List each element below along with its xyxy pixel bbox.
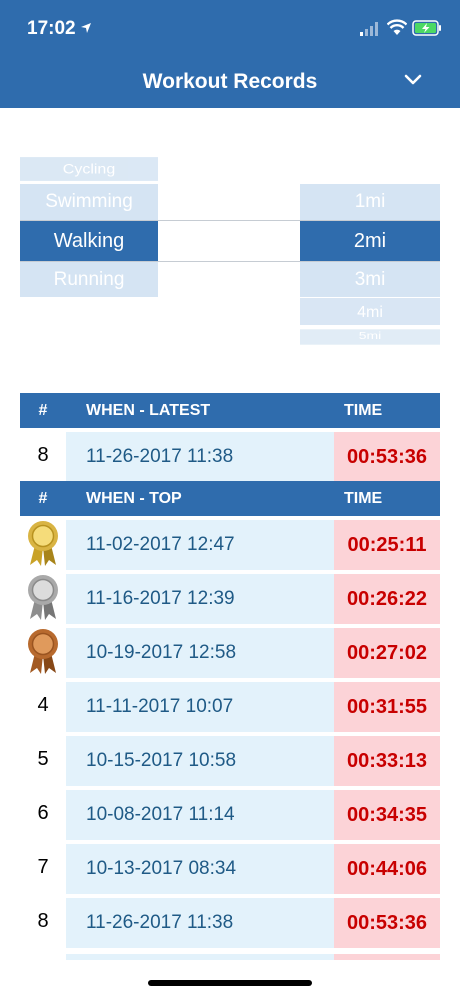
header-when-latest: WHEN - LATEST [86, 401, 211, 419]
row-rank: 6 [20, 786, 66, 840]
header-when-top: WHEN - TOP [86, 489, 182, 507]
row-when: 11-16-2017 12:39 [66, 570, 334, 624]
row-rank: 8 [20, 894, 66, 948]
row-when: 11-02-2017 12:47 [66, 516, 334, 570]
latest-table-header: # WHEN - LATEST TIME [20, 393, 440, 428]
status-time: 17:02 [27, 18, 76, 39]
top-table-header: # WHEN - TOP TIME [20, 481, 440, 516]
picker-item-2mi[interactable]: 2mi [300, 221, 440, 261]
row-time: 00:25:11 [334, 516, 440, 570]
chevron-down-icon[interactable] [403, 73, 423, 87]
wifi-icon [387, 19, 407, 35]
picker-item-1mi[interactable]: 1mi [300, 184, 440, 220]
header-rank: # [38, 489, 48, 507]
row-time: 00:27:02 [334, 624, 440, 678]
row-when: 11-11-2017 10:07 [66, 678, 334, 732]
table-row[interactable]: 11-02-2017 12:47 00:25:11 [20, 516, 440, 570]
header-rank: # [38, 401, 48, 419]
table-row[interactable]: 8 11-26-2017 11:38 00:53:36 [20, 894, 440, 948]
table-row[interactable]: 5 10-15-2017 10:58 00:33:13 [20, 732, 440, 786]
row-rank [20, 624, 66, 678]
row-rank [20, 570, 66, 624]
row-rank: 7 [20, 840, 66, 894]
header: 17:02 Workout Records [0, 0, 460, 108]
row-when: 10-13-2017 08:34 [66, 840, 334, 894]
table-row[interactable]: 6 10-08-2017 11:14 00:34:35 [20, 786, 440, 840]
picker-item-3mi[interactable]: 3mi [300, 262, 440, 297]
table-row-partial [20, 950, 440, 960]
header-time: TIME [344, 401, 383, 419]
picker-item-5mi[interactable]: 5mi [300, 329, 440, 345]
bronze-medal-icon [28, 629, 58, 674]
row-when: 10-19-2017 12:58 [66, 624, 334, 678]
picker-selection-line-top [20, 220, 440, 221]
row-time: 00:44:06 [334, 840, 440, 894]
row-time: 00:53:36 [334, 894, 440, 948]
location-arrow-icon [81, 23, 91, 33]
activity-picker[interactable]: Cycling Swimming Walking Running [20, 153, 158, 353]
table-row[interactable]: 4 11-11-2017 10:07 00:31:55 [20, 678, 440, 732]
row-when: 10-15-2017 10:58 [66, 732, 334, 786]
row-when: 11-26-2017 11:38 [66, 428, 334, 482]
row-rank: 5 [20, 732, 66, 786]
silver-medal-icon [28, 575, 58, 620]
latest-table: # WHEN - LATEST TIME 8 11-26-2017 11:38 … [20, 393, 440, 482]
picker-item-cycling[interactable]: Cycling [20, 157, 158, 181]
cellular-signal-icon [360, 22, 378, 36]
row-time: 00:33:13 [334, 732, 440, 786]
row-time: 00:26:22 [334, 570, 440, 624]
picker-item-4mi[interactable]: 4mi [300, 298, 440, 325]
row-rank: 8 [20, 428, 66, 482]
row-time: 00:53:36 [334, 428, 440, 482]
page-title: Workout Records [142, 70, 318, 93]
row-when: 10-08-2017 11:14 [66, 786, 334, 840]
home-indicator[interactable] [148, 980, 312, 986]
picker-selection-line-bottom [20, 261, 440, 262]
table-row[interactable]: 10-19-2017 12:58 00:27:02 [20, 624, 440, 678]
top-table: # WHEN - TOP TIME 11-02-2017 12:47 00:25… [20, 481, 440, 948]
row-time: 00:34:35 [334, 786, 440, 840]
table-row[interactable]: 8 11-26-2017 11:38 00:53:36 [20, 428, 440, 482]
picker-item-walking[interactable]: Walking [20, 221, 158, 261]
status-bar: 17:02 [0, 0, 460, 56]
gold-medal-icon [28, 521, 58, 566]
table-row[interactable]: 11-16-2017 12:39 00:26:22 [20, 570, 440, 624]
header-time: TIME [344, 489, 383, 507]
row-time: 00:31:55 [334, 678, 440, 732]
picker-item-swimming[interactable]: Swimming [20, 184, 158, 220]
distance-picker[interactable]: 1mi 2mi 3mi 4mi 5mi [300, 153, 440, 353]
table-row[interactable]: 7 10-13-2017 08:34 00:44:06 [20, 840, 440, 894]
battery-charging-icon [412, 20, 441, 36]
picker-item-running[interactable]: Running [20, 262, 158, 297]
row-rank [20, 516, 66, 570]
row-when: 11-26-2017 11:38 [66, 894, 334, 948]
row-rank: 4 [20, 678, 66, 732]
